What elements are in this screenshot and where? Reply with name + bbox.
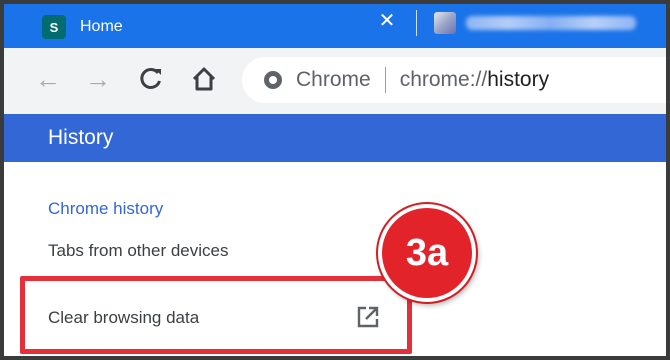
address-bar[interactable]: Chrome chrome://history [242, 57, 670, 103]
blurred-favicon-icon [434, 12, 456, 34]
page-title: History [48, 126, 114, 149]
history-header: History [0, 114, 670, 162]
tab-home[interactable]: S Home [28, 6, 416, 48]
tab-divider [416, 10, 417, 36]
menu-item-tabs-other-devices[interactable]: Tabs from other devices [48, 241, 228, 261]
tab-blurred[interactable] [434, 12, 636, 34]
tab-strip: S Home ✕ [0, 0, 670, 48]
step-badge: 3a [378, 204, 476, 302]
home-glyph [192, 67, 216, 91]
forward-arrow-icon[interactable]: → [80, 61, 116, 97]
home-icon[interactable] [186, 61, 222, 97]
tab-title: Home [80, 18, 123, 35]
omnibox-separator [384, 67, 386, 93]
tab-close-icon[interactable]: ✕ [375, 9, 399, 33]
blurred-tab-title [466, 16, 636, 30]
reload-glyph [140, 68, 161, 89]
chrome-icon [264, 71, 282, 89]
browser-toolbar: ← → Chrome chrome://history [0, 48, 670, 115]
menu-item-chrome-history[interactable]: Chrome history [48, 199, 163, 219]
site-label: Chrome [296, 68, 371, 91]
annotation-highlight-box [20, 276, 412, 354]
url-path: history [487, 68, 550, 91]
url-scheme: chrome:// [399, 68, 488, 91]
back-arrow-icon[interactable]: ← [30, 61, 66, 97]
sharepoint-favicon-icon: S [42, 15, 71, 39]
reload-icon[interactable] [133, 61, 169, 97]
